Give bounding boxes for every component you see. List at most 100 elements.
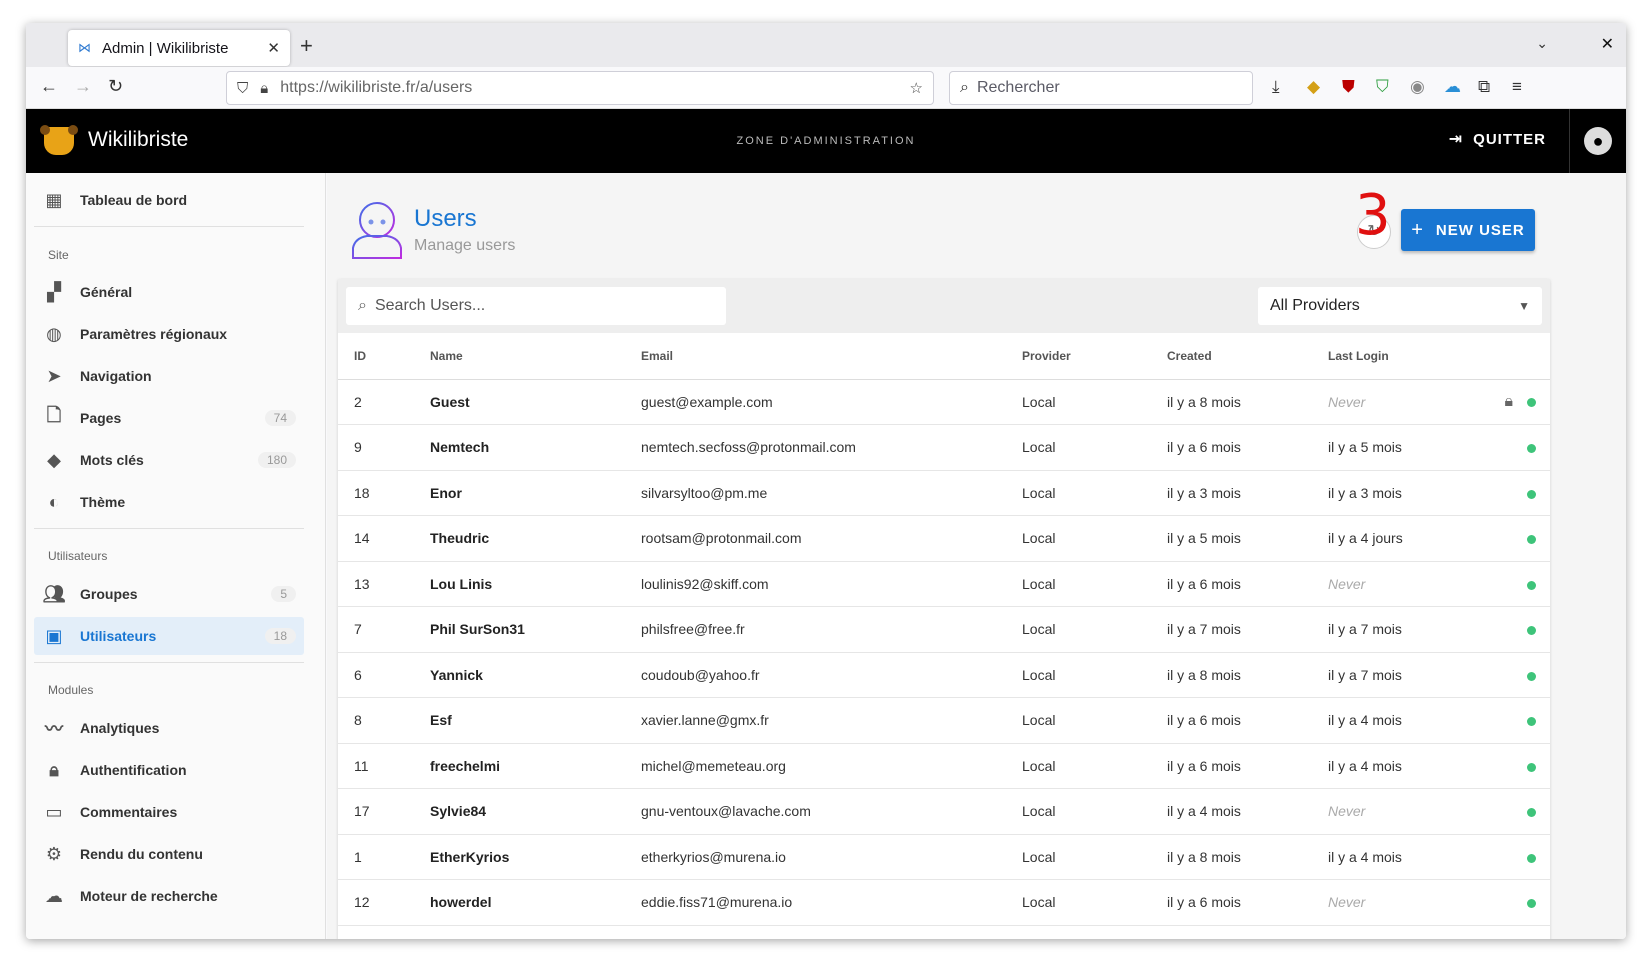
nav-bar: ← → ↻ ⛉ 🔒︎ https://wikilibriste.fr/a/use…: [26, 67, 1626, 109]
sidebar-item-search-engine[interactable]: ☁ Moteur de recherche: [34, 877, 304, 915]
sidebar-item-users[interactable]: ▣ Utilisateurs 18: [34, 617, 304, 655]
table-row[interactable]: 8 Esf xavier.lanne@gmx.fr Local il y a 6 moi…: [338, 697, 1550, 744]
user-name-cell: Lou Linis: [414, 561, 625, 607]
column-header-id[interactable]: ID: [338, 333, 414, 380]
shield-icon[interactable]: ⛉: [237, 80, 248, 97]
table-row[interactable]: 6 Yannick coudoub@yahoo.fr Local il y a 8 mo…: [338, 652, 1550, 698]
new-user-button[interactable]: + NEW USER: [1401, 209, 1535, 251]
sidebar-item-label: Tableau de bord: [80, 192, 188, 208]
cloud-icon[interactable]: ☁: [1444, 77, 1461, 97]
extension-diamond-icon[interactable]: ◆: [1307, 77, 1320, 97]
quit-label: QUITTER: [1473, 130, 1546, 148]
user-id-cell: 2: [338, 379, 414, 425]
extension-mask-icon[interactable]: ◉: [1410, 77, 1425, 97]
sidebar-item-pages[interactable]: 🗋︎ Pages 74: [34, 399, 304, 437]
table-row[interactable]: 7 Phil SurSon31 philsfree@free.fr Local il y…: [338, 606, 1550, 653]
quit-button[interactable]: ⇥ QUITTER: [1449, 129, 1546, 149]
table-row[interactable]: 18 Enor silvarsyltoo@pm.me Local il y a 3 mo…: [338, 470, 1550, 516]
app-header: Wikilibriste ZONE D'ADMINISTRATION ⇥ QUI…: [26, 109, 1626, 173]
user-status-cell: [1472, 788, 1550, 835]
user-email-cell: philsfree@free.fr: [625, 606, 1006, 653]
active-status-dot: [1527, 717, 1536, 727]
count-badge: 5: [271, 586, 296, 602]
provider-select-value: All Providers: [1270, 297, 1360, 314]
account-icon[interactable]: ●: [1584, 127, 1612, 155]
sidebar-item-label: Navigation: [80, 368, 152, 384]
section-header-users: Utilisateurs: [48, 549, 108, 563]
comments-icon: ▭: [45, 801, 63, 822]
sidebar-item-label: Mots clés: [80, 452, 144, 468]
user-last-login-cell: il y a 5 mois: [1312, 424, 1472, 471]
user-status-cell: [1472, 743, 1550, 789]
dropdown-arrow-icon: ▼: [1518, 299, 1530, 313]
browser-tab[interactable]: ⋈ Admin | Wikilibriste ✕: [68, 30, 290, 66]
user-email-cell: xavier.lanne@gmx.fr: [625, 697, 1006, 744]
divider: [34, 662, 304, 663]
sidebar-item-groups[interactable]: 👥︎ Groupes 5: [34, 575, 304, 613]
download-icon[interactable]: ⤓: [1272, 77, 1280, 97]
user-id-cell: 11: [338, 743, 414, 789]
window-close-icon[interactable]: ✕: [1601, 34, 1614, 54]
user-id-cell: 6: [338, 652, 414, 698]
table-row[interactable]: 14 Theudric rootsam@protonmail.com Local il …: [338, 515, 1550, 562]
sidebar-item-tags[interactable]: ◆ Mots clés 180: [34, 441, 304, 479]
table-row[interactable]: 2 Guest guest@example.com Local il y a 8 moi…: [338, 379, 1550, 425]
column-header-provider[interactable]: Provider: [1006, 333, 1151, 380]
star-icon[interactable]: ☆: [910, 79, 923, 97]
dashboard-icon: ▦: [45, 189, 63, 210]
sidebar-item-dashboard[interactable]: ▦ Tableau de bord: [34, 181, 304, 219]
zone-label: ZONE D'ADMINISTRATION: [736, 135, 916, 147]
sidebar-item-general[interactable]: ▞ Général: [34, 273, 304, 311]
sidebar-item-label: Général: [80, 284, 133, 300]
sidebar-item-locale[interactable]: ◍ Paramètres régionaux: [34, 315, 304, 353]
sidebar-item-theme[interactable]: ◐ Thème: [34, 483, 304, 521]
sidebar-item-navigation[interactable]: ➤ Navigation: [34, 357, 304, 395]
section-header-modules: Modules: [48, 683, 94, 697]
active-status-dot: [1527, 626, 1536, 636]
sidebar: ▦ Tableau de bord Site ▞ Général ◍ Param…: [26, 173, 326, 939]
table-row[interactable]: 13 Lou Linis loulinis92@skiff.com Local il y…: [338, 561, 1550, 607]
reload-icon[interactable]: ↻: [108, 76, 123, 97]
plus-icon: +: [1411, 218, 1424, 241]
count-badge: 74: [264, 410, 296, 426]
user-name-cell: Esf: [414, 697, 625, 744]
user-id-cell: 7: [338, 606, 414, 653]
sidebar-item-comments[interactable]: ▭ Commentaires: [34, 793, 304, 831]
forward-icon[interactable]: →: [74, 76, 92, 97]
users-table: ID Name Email Provider Created Last Logi…: [338, 333, 1550, 926]
url-bar[interactable]: ⛉ 🔒︎ https://wikilibriste.fr/a/users ☆: [226, 71, 934, 105]
ublock-icon[interactable]: ⛊: [1342, 77, 1355, 97]
table-row[interactable]: 17 Sylvie84 gnu-ventoux@lavache.com Local il…: [338, 788, 1550, 835]
table-row[interactable]: 12 howerdel eddie.fiss71@murena.io Local il …: [338, 879, 1550, 926]
table-row[interactable]: 9 Nemtech nemtech.secfoss@protonmail.com Lo…: [338, 424, 1550, 471]
column-header-name[interactable]: Name: [414, 333, 625, 380]
sidebar-item-auth[interactable]: 🔒︎ Authentification: [34, 751, 304, 789]
menu-icon[interactable]: ≡: [1512, 77, 1522, 97]
back-icon[interactable]: ←: [40, 76, 58, 97]
user-last-login-cell: il y a 4 mois: [1312, 834, 1472, 880]
url-text[interactable]: https://wikilibriste.fr/a/users: [280, 79, 909, 97]
table-row[interactable]: 11 freechelmi michel@memeteau.org Local il y…: [338, 743, 1550, 789]
close-icon[interactable]: ✕: [267, 39, 280, 57]
provider-select[interactable]: All Providers ▼: [1258, 287, 1542, 325]
new-tab-icon[interactable]: +: [300, 33, 313, 59]
column-header-created[interactable]: Created: [1151, 333, 1312, 380]
extension-shield-icon[interactable]: ⛉: [1376, 77, 1389, 97]
user-name-cell: Nemtech: [414, 424, 625, 471]
lock-icon[interactable]: 🔒︎: [260, 80, 268, 97]
user-email-cell: silvarsyltoo@pm.me: [625, 470, 1006, 516]
column-header-last-login[interactable]: Last Login: [1312, 333, 1472, 380]
user-status-cell: [1472, 606, 1550, 653]
user-last-login-cell: il y a 7 mois: [1312, 606, 1472, 653]
sidebar-item-rendering[interactable]: ⚙ Rendu du contenu: [34, 835, 304, 873]
chevron-down-icon[interactable]: ⌄: [1536, 35, 1548, 52]
search-users-input[interactable]: ⌕ Search Users...: [346, 287, 726, 325]
user-provider-cell: Local: [1006, 515, 1151, 562]
browser-search-bar[interactable]: ⌕ Rechercher: [949, 71, 1253, 105]
header-divider: [1569, 109, 1570, 173]
column-header-email[interactable]: Email: [625, 333, 1006, 380]
extensions-icon[interactable]: ⧉: [1478, 77, 1490, 97]
active-status-dot: [1527, 444, 1536, 454]
sidebar-item-analytics[interactable]: 〰 Analytiques: [34, 709, 304, 747]
table-row[interactable]: 1 EtherKyrios etherkyrios@murena.io Local il…: [338, 834, 1550, 880]
